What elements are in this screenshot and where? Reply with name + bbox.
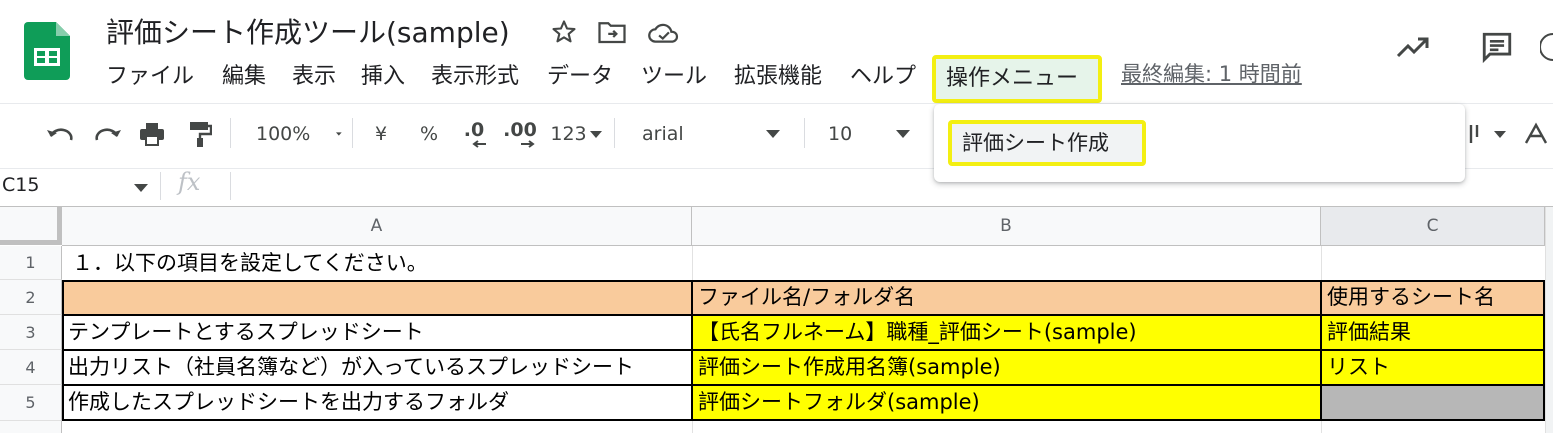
cell-divider [1321,421,1322,433]
print-icon[interactable] [134,112,170,156]
custom-menu-dropdown: 評価シート作成 [934,104,1465,182]
font-size-value: 10 [828,123,853,145]
sheets-logo-icon[interactable] [24,22,70,80]
table-border-line [62,349,1545,351]
menu-file[interactable]: ファイル [106,60,194,94]
column-header-c[interactable]: C [1321,207,1545,245]
menu-data[interactable]: データ [547,60,613,94]
name-box-dropdown-icon [134,184,148,192]
left-arrow-icon [472,140,486,148]
more-formats-dropdown-icon [589,130,602,138]
cell-a5[interactable]: 作成したスプレッドシートを出力するフォルダ [62,385,692,421]
menu-tools[interactable]: ツール [641,60,707,94]
star-icon[interactable] [550,18,578,46]
row-header-6[interactable] [0,421,62,433]
vertical-scrollbar[interactable] [1545,207,1553,433]
column-header-b[interactable]: B [692,207,1321,245]
increase-decimal-button[interactable]: .00 [500,112,540,156]
menu-format[interactable]: 表示形式 [431,60,519,94]
more-formats-label: 123 [550,123,587,145]
name-box[interactable]: C15 [0,170,156,204]
fx-icon: fx [178,168,201,196]
row-header-4[interactable]: 4 [0,350,62,385]
currency-format-button[interactable]: ¥ [366,112,396,156]
activity-trend-icon[interactable] [1396,34,1430,60]
zoom-value: 100% [256,123,311,145]
menu-edit[interactable]: 編集 [222,60,266,94]
formula-bar-divider [230,172,231,200]
text-rotation-button[interactable] [1462,112,1512,156]
formula-bar-divider [160,172,161,200]
custom-operation-menu-label: 操作メニュー [946,66,1079,91]
increase-decimal-label: .00 [503,119,537,141]
toolbar-separator [230,118,231,148]
menu-extensions[interactable]: 拡張機能 [734,60,822,94]
cell-c4[interactable]: リスト [1321,350,1545,385]
row-header-2[interactable]: 2 [0,280,62,315]
cell-c1[interactable] [1321,246,1545,280]
zoom-select[interactable]: 100% [244,112,342,156]
document-title[interactable]: 評価シート作成ツール(sample) [106,14,510,52]
cell-b5[interactable]: 評価シートフォルダ(sample) [692,385,1321,421]
percent-format-button[interactable]: % [414,112,444,156]
row-header-5[interactable]: 5 [0,385,62,421]
font-size-select[interactable]: 10 [816,112,916,156]
video-meet-icon[interactable] [1540,30,1553,64]
toolbar-separator [614,118,615,148]
cell-a1[interactable]: １．以下の項目を設定してください。 [62,246,692,280]
column-header-a[interactable]: A [62,207,692,245]
font-family-select[interactable]: arial [630,112,794,156]
create-evaluation-sheet-label: 評価シート作成 [962,131,1109,155]
last-edit-link[interactable]: 最終編集: 1 時間前 [1121,58,1302,90]
table-border-line [62,384,1545,386]
more-formats-button[interactable]: 123 [548,112,604,156]
cell-c2[interactable]: 使用するシート名 [1321,280,1545,315]
cell-c5[interactable] [1321,385,1545,421]
text-rotation-dropdown-icon [1494,130,1506,138]
font-family-dropdown-icon [765,130,780,138]
cell-a3[interactable]: テンプレートとするスプレッドシート [62,315,692,350]
font-family-value: arial [642,123,684,145]
table-border-line [1320,280,1322,421]
cell-b3[interactable]: 【氏名フルネーム】職種_評価シート(sample) [692,315,1321,350]
font-size-dropdown-icon [896,130,911,138]
menu-view[interactable]: 表示 [292,60,336,94]
menu-help[interactable]: ヘルプ [850,60,916,94]
cloud-saved-icon[interactable] [648,20,680,46]
redo-icon[interactable] [90,112,126,156]
toolbar-separator [352,118,353,148]
text-direction-icon [1469,125,1479,143]
cell-row6[interactable] [62,421,1545,433]
comments-icon[interactable] [1480,30,1514,64]
cell-b2[interactable]: ファイル名/フォルダ名 [692,280,1321,315]
zoom-dropdown-icon [336,132,342,136]
name-box-value: C15 [2,174,40,196]
cell-a4[interactable]: 出力リスト（社員名簿など）が入っているスプレッドシート [62,350,692,385]
decrease-decimal-label: .0 [463,119,485,141]
toolbar-separator [804,118,805,148]
select-all-corner[interactable] [0,207,62,245]
undo-icon[interactable] [42,112,78,156]
row-header-3[interactable]: 3 [0,315,62,350]
cell-b4[interactable]: 評価シート作成用名簿(sample) [692,350,1321,385]
right-arrow-icon [521,140,535,148]
decrease-decimal-button[interactable]: .0 [456,112,492,156]
table-border-line [691,280,693,421]
cell-divider [692,421,693,433]
cell-b1[interactable] [692,246,1321,280]
menu-insert[interactable]: 挿入 [361,60,405,94]
cell-a2[interactable] [62,280,692,315]
text-rotate-icon[interactable] [1522,112,1553,156]
create-evaluation-sheet-menu-item[interactable]: 評価シート作成 [948,120,1146,166]
cell-c3[interactable]: 評価結果 [1321,315,1545,350]
table-border-line [62,314,1545,316]
custom-operation-menu[interactable]: 操作メニュー [932,55,1102,103]
row-header-1[interactable]: 1 [0,246,62,280]
paint-format-icon[interactable] [182,112,218,156]
move-folder-icon[interactable] [597,18,627,46]
